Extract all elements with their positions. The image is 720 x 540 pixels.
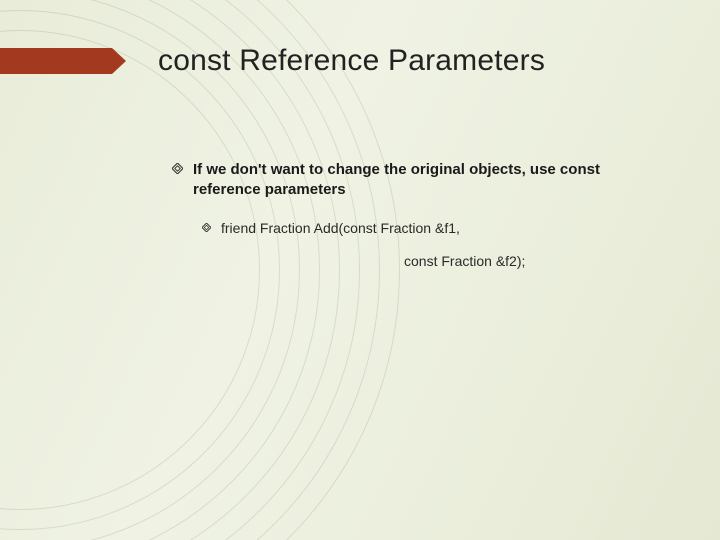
code-line-1: friend Fraction Add(const Fraction &f1,: [221, 219, 460, 239]
accent-bar: [0, 48, 112, 74]
slide-title: const Reference Parameters: [158, 44, 545, 78]
diamond-bullet-icon: [172, 163, 183, 174]
slide-body: If we don't want to change the original …: [172, 160, 660, 272]
bullet-text: If we don't want to change the original …: [193, 160, 660, 201]
bullet-level-2: friend Fraction Add(const Fraction &f1,: [202, 219, 660, 239]
code-line-2: const Fraction &f2);: [404, 252, 660, 272]
accent-arrow-icon: [112, 48, 126, 74]
bullet-level-1: If we don't want to change the original …: [172, 160, 660, 201]
diamond-bullet-icon: [202, 223, 211, 232]
